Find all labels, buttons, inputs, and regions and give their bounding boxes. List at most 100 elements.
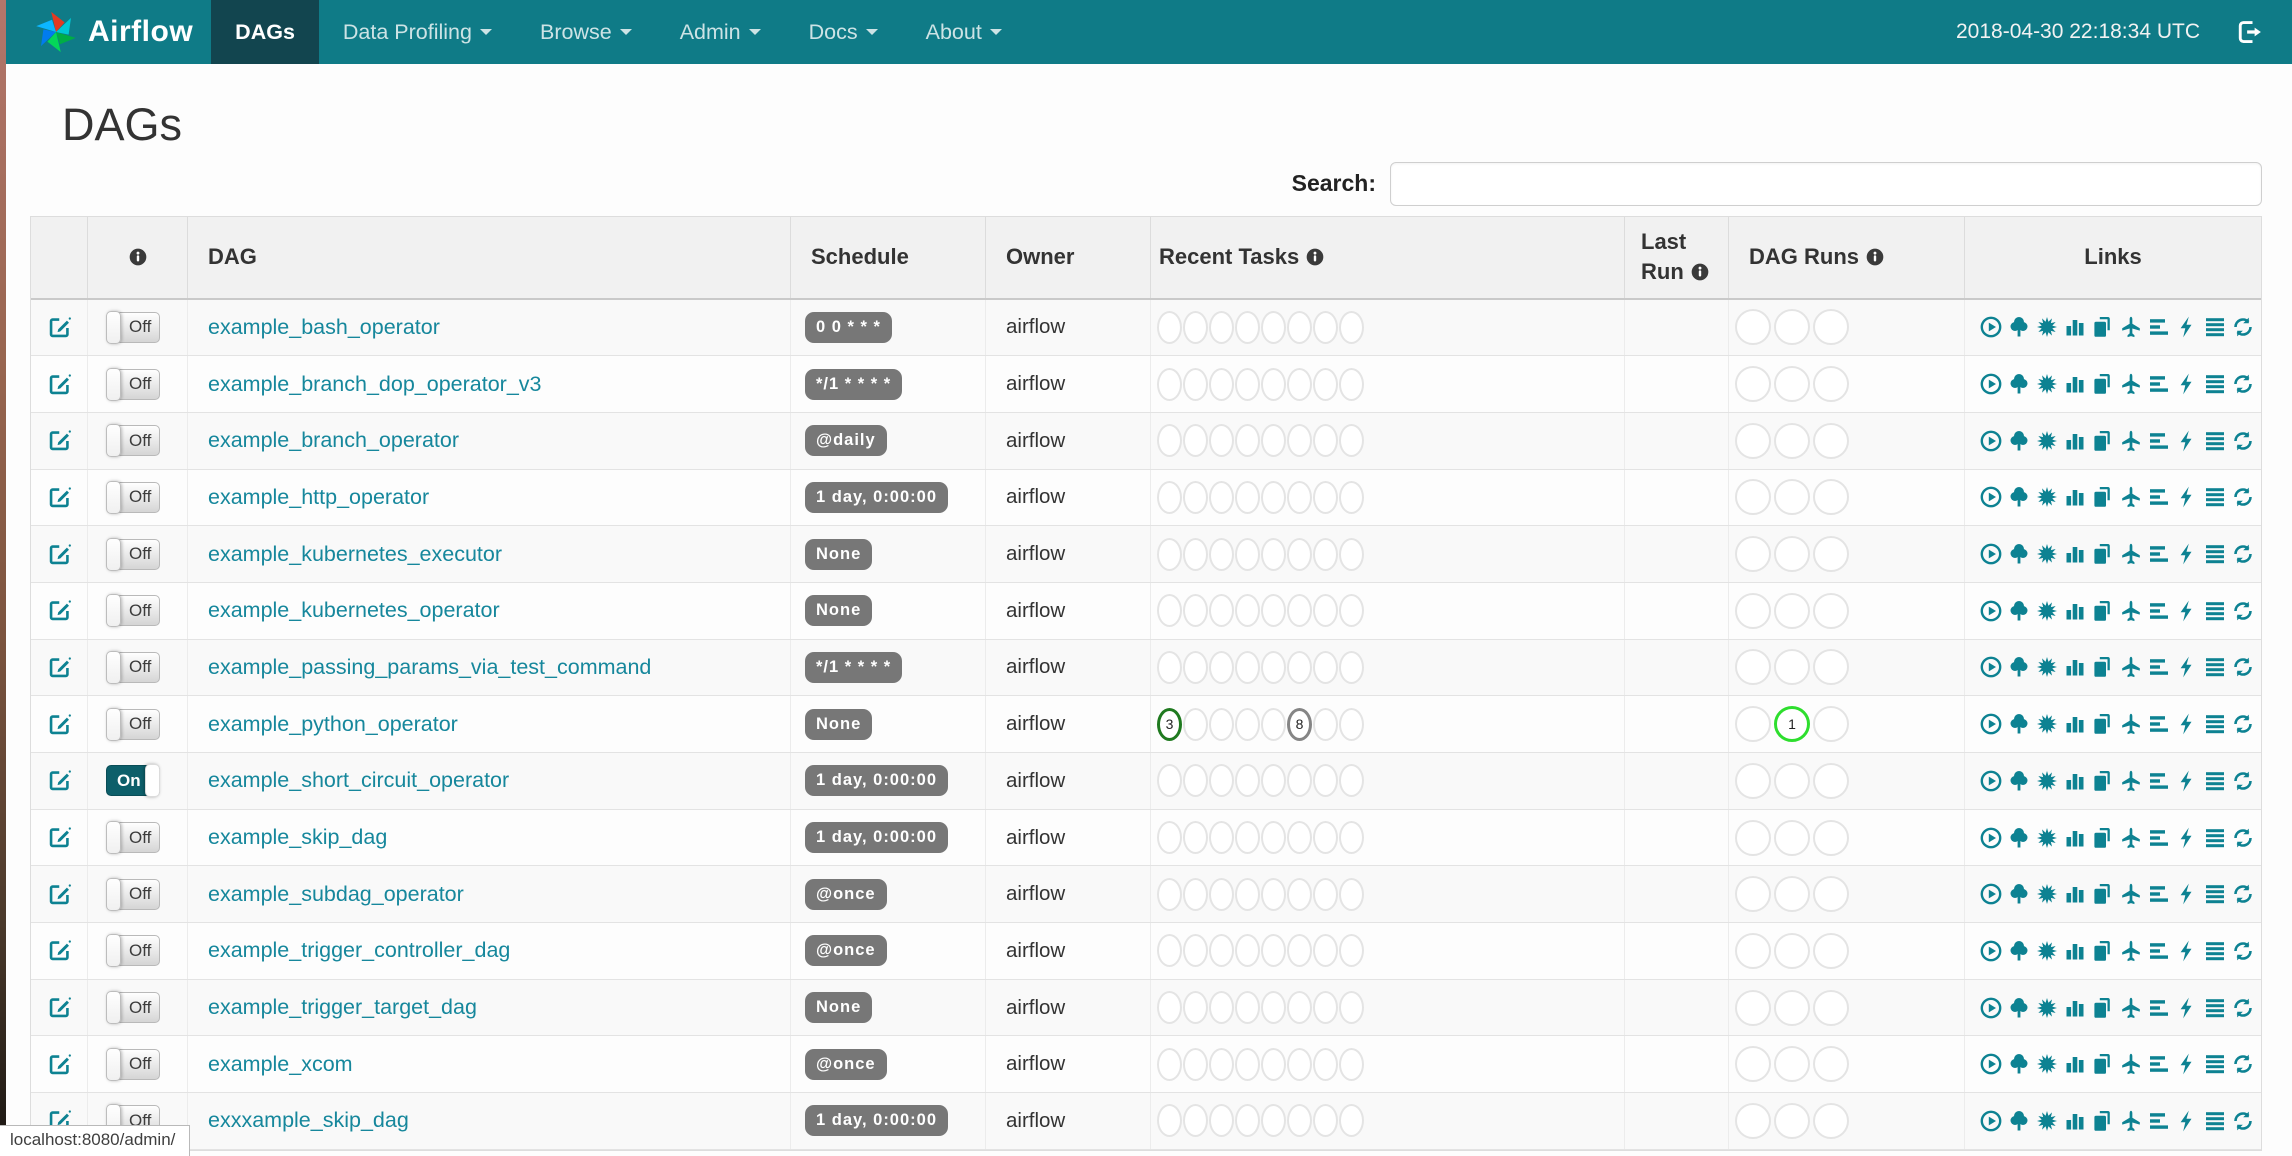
dag-run-state-circle[interactable] [1774,536,1810,573]
nav-item-docs[interactable]: Docs [785,0,902,64]
dag-run-state-circle[interactable] [1735,422,1771,459]
task-tries-icon[interactable] [2091,372,2115,396]
logout-icon[interactable] [2234,17,2264,47]
task-state-circle[interactable] [1287,991,1312,1025]
landing-times-icon[interactable] [2119,996,2143,1020]
landing-times-icon[interactable] [2119,826,2143,850]
dag-run-state-circle[interactable] [1774,989,1810,1026]
edit-dag-icon[interactable] [47,598,72,623]
task-state-circle[interactable] [1313,424,1338,458]
task-duration-icon[interactable] [2063,429,2087,453]
dag-run-state-circle[interactable] [1774,366,1810,403]
task-state-circle[interactable] [1287,537,1312,571]
task-state-circle[interactable] [1209,877,1234,911]
task-state-circle[interactable]: 3 [1157,707,1182,741]
task-state-circle[interactable] [1157,821,1182,855]
logs-icon[interactable] [2203,315,2227,339]
task-tries-icon[interactable] [2091,939,2115,963]
dag-pause-toggle[interactable]: Off [106,934,160,968]
task-state-circle[interactable] [1157,537,1182,571]
task-tries-icon[interactable] [2091,485,2115,509]
task-duration-icon[interactable] [2063,655,2087,679]
task-state-circle[interactable] [1339,764,1364,798]
task-state-circle[interactable] [1157,310,1182,344]
dag-run-state-circle[interactable] [1774,876,1810,913]
task-tries-icon[interactable] [2091,769,2115,793]
landing-times-icon[interactable] [2119,769,2143,793]
task-state-circle[interactable] [1183,594,1208,628]
logs-icon[interactable] [2203,996,2227,1020]
refresh-icon[interactable] [2231,1052,2255,1076]
dag-run-state-circle[interactable] [1774,649,1810,686]
task-state-circle[interactable] [1209,764,1234,798]
task-state-circle[interactable] [1157,934,1182,968]
task-tries-icon[interactable] [2091,1052,2115,1076]
gantt-view-icon[interactable] [2147,315,2171,339]
code-view-icon[interactable] [2175,769,2199,793]
gantt-view-icon[interactable] [2147,655,2171,679]
task-state-circle[interactable]: 8 [1287,707,1312,741]
header-last-run[interactable]: Last Run [1625,216,1729,298]
task-state-circle[interactable] [1157,367,1182,401]
graph-view-icon[interactable] [2035,826,2059,850]
dag-run-state-circle[interactable] [1774,422,1810,459]
dag-pause-toggle[interactable]: Off [106,650,160,684]
task-duration-icon[interactable] [2063,939,2087,963]
task-state-circle[interactable] [1313,707,1338,741]
task-state-circle[interactable] [1183,367,1208,401]
dag-name-link[interactable]: example_trigger_controller_dag [208,938,510,963]
task-state-circle[interactable] [1209,991,1234,1025]
task-state-circle[interactable] [1183,877,1208,911]
dag-run-state-circle[interactable] [1813,932,1849,969]
task-state-circle[interactable] [1261,594,1286,628]
dag-pause-toggle[interactable]: Off [106,707,160,741]
tree-view-icon[interactable] [2007,372,2031,396]
dag-pause-toggle[interactable]: Off [106,480,160,514]
task-state-circle[interactable] [1287,1047,1312,1081]
code-view-icon[interactable] [2175,712,2199,736]
task-state-circle[interactable] [1183,1104,1208,1138]
task-state-circle[interactable] [1313,991,1338,1025]
refresh-icon[interactable] [2231,939,2255,963]
dag-run-state-circle[interactable] [1813,479,1849,516]
refresh-icon[interactable] [2231,429,2255,453]
dag-pause-toggle[interactable]: Off [106,594,160,628]
tree-view-icon[interactable] [2007,712,2031,736]
edit-dag-icon[interactable] [47,1052,72,1077]
gantt-view-icon[interactable] [2147,599,2171,623]
task-tries-icon[interactable] [2091,1109,2115,1133]
edit-dag-icon[interactable] [47,938,72,963]
task-duration-icon[interactable] [2063,1052,2087,1076]
landing-times-icon[interactable] [2119,372,2143,396]
task-state-circle[interactable] [1235,480,1260,514]
refresh-icon[interactable] [2231,655,2255,679]
task-state-circle[interactable] [1235,310,1260,344]
graph-view-icon[interactable] [2035,939,2059,963]
edit-dag-icon[interactable] [47,542,72,567]
dag-name-link[interactable]: example_trigger_target_dag [208,995,477,1020]
task-state-circle[interactable] [1261,877,1286,911]
task-state-circle[interactable] [1339,1047,1364,1081]
task-tries-icon[interactable] [2091,599,2115,623]
edit-dag-icon[interactable] [47,428,72,453]
edit-dag-icon[interactable] [47,315,72,340]
task-state-circle[interactable] [1313,480,1338,514]
task-state-circle[interactable] [1287,480,1312,514]
tree-view-icon[interactable] [2007,769,2031,793]
dag-pause-toggle[interactable]: Off [106,877,160,911]
tree-view-icon[interactable] [2007,542,2031,566]
task-state-circle[interactable] [1287,877,1312,911]
task-state-circle[interactable] [1235,367,1260,401]
gantt-view-icon[interactable] [2147,712,2171,736]
code-view-icon[interactable] [2175,939,2199,963]
logs-icon[interactable] [2203,599,2227,623]
tree-view-icon[interactable] [2007,826,2031,850]
trigger-dag-icon[interactable] [1979,599,2003,623]
logs-icon[interactable] [2203,826,2227,850]
edit-dag-icon[interactable] [47,372,72,397]
dag-pause-toggle[interactable]: Off [106,537,160,571]
dag-pause-toggle[interactable]: Off [106,367,160,401]
dag-run-state-circle[interactable] [1813,762,1849,799]
task-state-circle[interactable] [1235,594,1260,628]
tree-view-icon[interactable] [2007,429,2031,453]
